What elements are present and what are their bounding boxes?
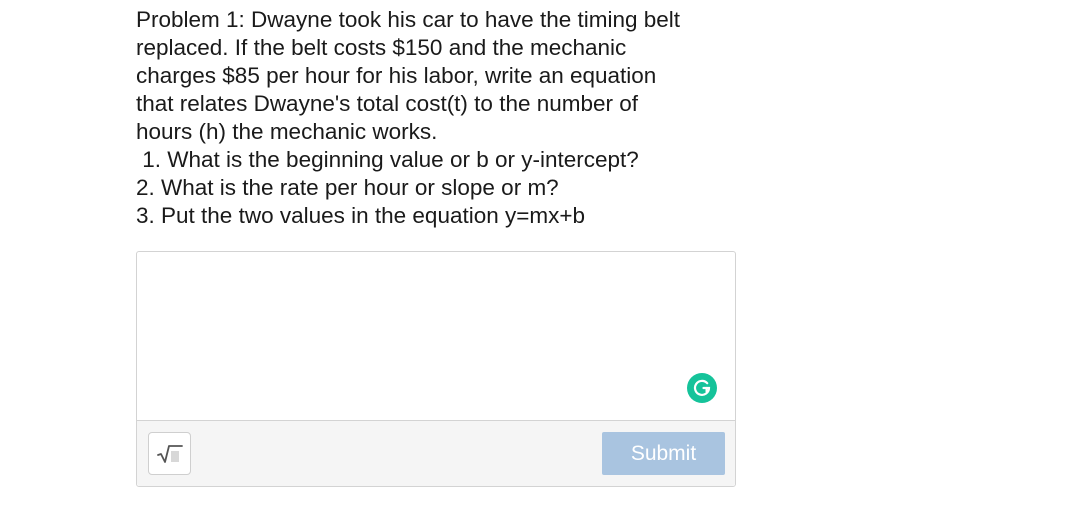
answer-textarea[interactable]: [137, 252, 735, 420]
question-text: Problem 1: Dwayne took his car to have t…: [136, 6, 736, 230]
question-line: that relates Dwayne's total cost(t) to t…: [136, 91, 639, 116]
question-line: charges $85 per hour for his labor, writ…: [136, 63, 657, 88]
page: Problem 1: Dwayne took his car to have t…: [0, 0, 1089, 522]
answer-toolbar: Submit: [137, 420, 735, 486]
answer-box: Submit: [136, 251, 736, 487]
question-item-2: 2. What is the rate per hour or slope or…: [136, 175, 559, 200]
question-line: Problem 1: Dwayne took his car to have t…: [136, 7, 681, 32]
grammarly-icon[interactable]: [687, 373, 717, 403]
submit-button[interactable]: Submit: [602, 432, 725, 475]
square-root-icon: [156, 444, 183, 463]
grammarly-g-glyph: [693, 379, 711, 396]
math-equation-button[interactable]: [148, 432, 191, 475]
question-line: hours (h) the mechanic works.: [136, 119, 438, 144]
question-item-3: 3. Put the two values in the equation y=…: [136, 203, 586, 228]
question-line: replaced. If the belt costs $150 and the…: [136, 35, 627, 60]
question-item-1: 1. What is the beginning value or b or y…: [136, 147, 639, 172]
